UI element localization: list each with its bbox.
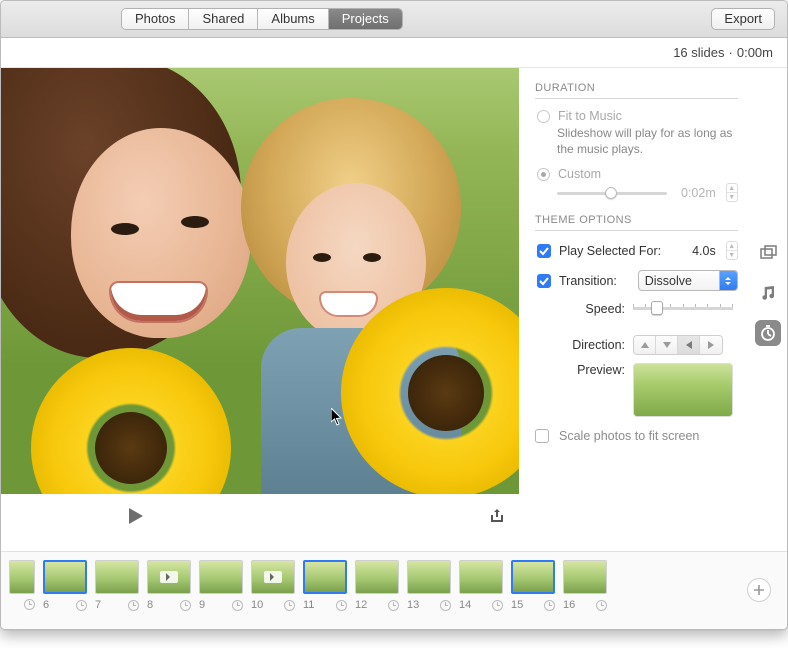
tab-photos[interactable]: Photos: [122, 9, 189, 29]
fit-to-music-label: Fit to Music: [558, 109, 622, 123]
custom-duration-slider[interactable]: [557, 186, 667, 200]
thumb-number: 16: [563, 599, 575, 611]
clock-icon: [128, 600, 139, 611]
music-icon[interactable]: [755, 280, 781, 306]
thumb-number: 6: [43, 599, 49, 611]
fit-to-music-help: Slideshow will play for as long as the m…: [557, 125, 738, 157]
filmstrip-thumb[interactable]: 6: [43, 560, 89, 611]
filmstrip-thumb[interactable]: 14: [459, 560, 505, 611]
transition-row: Transition: Dissolve: [537, 270, 738, 291]
video-badge-icon: [264, 571, 282, 583]
filmstrip-thumb[interactable]: 12: [355, 560, 401, 611]
filmstrip-thumb[interactable]: 15: [511, 560, 557, 611]
clock-icon: [544, 600, 555, 611]
transition-checkbox[interactable]: [537, 274, 551, 288]
tab-albums[interactable]: Albums: [258, 9, 328, 29]
thumb-number: 15: [511, 599, 523, 611]
theme-options-label: THEME OPTIONS: [535, 214, 738, 226]
duration-section-label: DURATION: [535, 82, 738, 94]
thumb-number: 8: [147, 599, 153, 611]
toolbar: Photos Shared Albums Projects Export: [1, 1, 787, 38]
clock-icon: [24, 599, 35, 610]
video-badge-icon: [160, 571, 178, 583]
custom-label: Custom: [558, 167, 601, 181]
time-duration: 0:00m: [737, 45, 773, 60]
tab-shared[interactable]: Shared: [189, 9, 258, 29]
add-slide-button[interactable]: [747, 578, 771, 602]
scale-photos-label: Scale photos to fit screen: [559, 429, 699, 443]
inspector-column: DURATION Fit to Music Slideshow will pla…: [519, 68, 787, 551]
thumb-number: 12: [355, 599, 367, 611]
clock-icon: [232, 600, 243, 611]
thumb-number: 10: [251, 599, 263, 611]
clock-icon: [76, 600, 87, 611]
thumb-number: 14: [459, 599, 471, 611]
thumb-partial[interactable]: [9, 560, 37, 610]
filmstrip-thumb[interactable]: 16: [563, 560, 609, 611]
direction-group: [633, 335, 723, 355]
transition-value: Dissolve: [645, 274, 692, 288]
share-button[interactable]: [489, 508, 505, 524]
slides-count: 16 slides: [673, 45, 724, 60]
thumb-number: 7: [95, 599, 101, 611]
custom-duration-option[interactable]: Custom: [537, 167, 738, 181]
inspector-rail: [748, 68, 787, 551]
thumb-number: 9: [199, 599, 205, 611]
transition-label: Transition:: [559, 274, 617, 288]
play-selected-stepper[interactable]: ▲▼: [726, 241, 738, 260]
clock-icon: [492, 600, 503, 611]
thumb-number: 11: [303, 599, 314, 611]
clock-icon: [336, 600, 347, 611]
transition-preview-thumb[interactable]: [633, 363, 733, 417]
direction-up-button[interactable]: [634, 336, 656, 354]
direction-label: Direction:: [555, 338, 625, 352]
filmstrip-thumb[interactable]: 7: [95, 560, 141, 611]
filmstrip[interactable]: 6 7 8 9 10 11 12 13 14 15 16: [1, 551, 787, 629]
direction-right-button[interactable]: [700, 336, 722, 354]
preview-column: [1, 68, 519, 551]
slide-preview[interactable]: [1, 68, 519, 494]
clock-icon: [440, 600, 451, 611]
thumb-number: 13: [407, 599, 419, 611]
overlay-icon[interactable]: [755, 240, 781, 266]
clock-icon: [596, 600, 607, 611]
direction-down-button[interactable]: [656, 336, 678, 354]
direction-left-button[interactable]: [678, 336, 700, 354]
timer-icon[interactable]: [755, 320, 781, 346]
app-window: Photos Shared Albums Projects Export 16 …: [0, 0, 788, 630]
main-area: DURATION Fit to Music Slideshow will pla…: [1, 68, 787, 551]
custom-duration-stepper[interactable]: ▲▼: [726, 183, 738, 202]
speed-slider[interactable]: [633, 301, 733, 317]
play-selected-value: 4.0s: [692, 244, 716, 258]
play-selected-label: Play Selected For:: [559, 244, 661, 258]
clock-icon: [284, 600, 295, 611]
view-tabs: Photos Shared Albums Projects: [121, 8, 403, 30]
radio-icon: [537, 168, 550, 181]
play-selected-checkbox[interactable]: [537, 244, 551, 258]
filmstrip-thumb[interactable]: 13: [407, 560, 453, 611]
tab-projects[interactable]: Projects: [329, 9, 402, 29]
custom-duration-value: 0:02m: [681, 186, 716, 200]
scale-photos-row: Scale photos to fit screen: [535, 429, 738, 443]
chevron-updown-icon: [719, 271, 737, 290]
play-button[interactable]: [127, 507, 145, 525]
custom-duration-slider-row: 0:02m ▲▼: [557, 183, 738, 202]
fit-to-music-option[interactable]: Fit to Music: [537, 109, 738, 123]
play-selected-row: Play Selected For: 4.0s ▲▼: [537, 241, 738, 260]
preview-label: Preview:: [555, 363, 625, 377]
preview-controls: [1, 494, 519, 538]
export-button[interactable]: Export: [711, 8, 775, 30]
clock-icon: [180, 600, 191, 611]
filmstrip-thumb[interactable]: 10: [251, 560, 297, 611]
status-bar: 16 slides · 0:00m: [1, 38, 787, 68]
clock-icon: [388, 600, 399, 611]
speed-label: Speed:: [555, 302, 625, 316]
filmstrip-thumb[interactable]: 8: [147, 560, 193, 611]
radio-icon: [537, 110, 550, 123]
filmstrip-thumb[interactable]: 11: [303, 560, 349, 611]
scale-photos-checkbox[interactable]: [535, 429, 549, 443]
inspector-panel: DURATION Fit to Music Slideshow will pla…: [519, 68, 748, 551]
transition-select[interactable]: Dissolve: [638, 270, 738, 291]
filmstrip-thumb[interactable]: 9: [199, 560, 245, 611]
